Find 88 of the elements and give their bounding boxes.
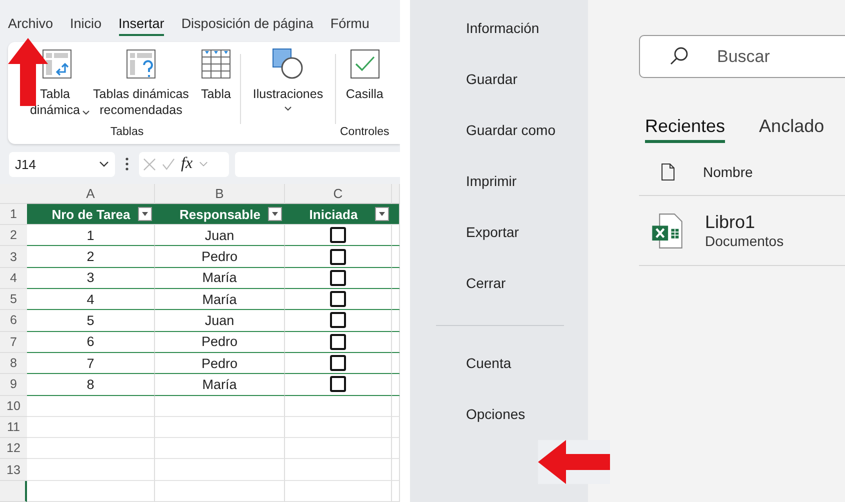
command-label: Tabla dinámica xyxy=(28,86,82,118)
table-cell: 5 xyxy=(86,312,94,328)
table-cell: María xyxy=(202,292,237,307)
table-cell: María xyxy=(202,270,237,286)
ribbon-tab[interactable]: Disposición de página xyxy=(181,16,314,36)
command-label: Ilustraciones xyxy=(252,86,324,102)
file-name: Libro1 xyxy=(705,212,756,233)
ribbon-button[interactable]: Tabla xyxy=(196,46,236,126)
table-cell: 3 xyxy=(86,270,94,286)
row-number[interactable]: 9 xyxy=(10,377,17,392)
table-cell: 4 xyxy=(86,292,94,307)
document-icon xyxy=(661,162,675,180)
checkbox[interactable] xyxy=(330,376,346,392)
checkbox[interactable] xyxy=(330,227,346,244)
group-label: Tablas xyxy=(110,126,144,140)
menu-item[interactable]: Imprimir xyxy=(436,172,588,190)
command-label: Tabla xyxy=(201,86,231,102)
table-cell: Pedro xyxy=(201,356,238,371)
group-label: Controles xyxy=(340,126,390,140)
filter-dropdown-icon[interactable] xyxy=(138,207,152,221)
file-row[interactable]: Libro1 Documentos xyxy=(639,196,845,266)
menu-item[interactable]: Guardar xyxy=(436,70,588,88)
table-cell: 6 xyxy=(86,334,94,350)
filter-dropdown-icon[interactable] xyxy=(375,207,389,221)
pivot-table-icon xyxy=(41,48,73,80)
checkbox-icon xyxy=(348,48,381,80)
row-number[interactable]: 5 xyxy=(10,292,17,306)
table-cell: Pedro xyxy=(201,249,238,264)
checkbox[interactable] xyxy=(330,270,346,286)
table-header-cell: Responsable xyxy=(155,204,285,226)
column-header: Nombre xyxy=(703,164,753,180)
row-number[interactable]: 6 xyxy=(10,313,17,328)
name-box[interactable]: J14 xyxy=(9,152,115,177)
ribbon-button[interactable]: Ilustraciones xyxy=(245,46,331,144)
ribbon-button[interactable]: Casilla xyxy=(340,46,389,126)
row-number[interactable]: 7 xyxy=(10,334,17,349)
table-cell: Juan xyxy=(204,312,234,328)
menu-item[interactable]: Cerrar xyxy=(436,274,588,292)
row-number[interactable]: 1 xyxy=(10,207,17,221)
filter-dropdown-icon[interactable] xyxy=(268,207,282,221)
row-number[interactable]: 3 xyxy=(10,250,17,264)
ribbon-button[interactable]: Tablas dinámicas recomendadas xyxy=(90,46,192,126)
tab[interactable]: Anclado xyxy=(759,116,824,143)
shapes-icon xyxy=(272,48,304,80)
table-cell: Juan xyxy=(204,228,234,243)
search-field[interactable]: Buscar xyxy=(639,35,845,78)
command-label: Tablas dinámicas recomendadas xyxy=(92,86,190,118)
ribbon-tab[interactable]: Archivo xyxy=(8,16,54,36)
row-number[interactable]: 4 xyxy=(10,270,17,285)
table-cell: María xyxy=(202,376,237,392)
row-number[interactable]: 8 xyxy=(10,356,17,370)
column-header[interactable]: A xyxy=(86,186,95,201)
checkbox[interactable] xyxy=(330,355,346,372)
table-cell: 1 xyxy=(86,228,94,243)
table-header-cell: Nro de Tarea xyxy=(27,204,155,226)
menu-item[interactable]: Opciones xyxy=(436,405,588,423)
ribbon-button[interactable]: Tabla dinámica xyxy=(18,46,86,126)
menu-item[interactable]: Información xyxy=(436,19,588,37)
menu-item[interactable]: Cuenta xyxy=(436,354,588,372)
tab[interactable]: Recientes xyxy=(645,116,726,143)
more-icon[interactable] xyxy=(125,157,129,172)
table-header-cell xyxy=(392,204,400,226)
file-location: Documentos xyxy=(705,233,784,249)
ribbon-tab[interactable]: Insertar xyxy=(118,16,164,36)
table-header-cell: Iniciada xyxy=(285,204,392,226)
search-icon xyxy=(669,46,689,66)
table-cell: 8 xyxy=(86,376,94,392)
checkbox[interactable] xyxy=(330,291,346,308)
spreadsheet-file-icon xyxy=(651,212,683,248)
row-number[interactable]: 2 xyxy=(10,228,17,242)
column-header[interactable]: C xyxy=(333,186,343,201)
command-label: Casilla xyxy=(346,86,384,102)
checkbox[interactable] xyxy=(330,248,346,265)
insert-function-button[interactable]: fx xyxy=(181,155,193,174)
ribbon-tab[interactable]: Fórmu xyxy=(330,16,370,36)
table-cell: 7 xyxy=(86,356,94,371)
checkbox[interactable] xyxy=(330,312,346,328)
menu-item[interactable]: Exportar xyxy=(436,223,588,241)
ribbon-tab[interactable]: Inicio xyxy=(70,16,102,36)
table-cell: Pedro xyxy=(201,334,238,350)
checkbox[interactable] xyxy=(330,334,346,350)
pivot-table-help-icon xyxy=(125,48,157,80)
table-cell: 2 xyxy=(86,249,94,264)
row-header[interactable] xyxy=(0,480,27,502)
table-icon xyxy=(200,48,232,80)
column-header[interactable]: B xyxy=(215,186,224,201)
menu-item[interactable]: Guardar como xyxy=(436,121,588,139)
check-icon[interactable] xyxy=(162,158,175,171)
